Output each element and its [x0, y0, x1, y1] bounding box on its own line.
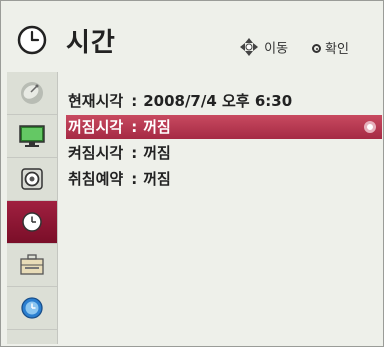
- category-sidebar: [7, 72, 58, 344]
- row-label: 켜짐시각: [68, 144, 124, 162]
- row-value: 2008/7/4 오후 6:30: [143, 92, 293, 110]
- sidebar-item-time[interactable]: [7, 201, 57, 244]
- list-item-current-time[interactable]: 현재시각:2008/7/4 오후 6:30: [68, 89, 368, 113]
- satellite-dish-icon: [21, 82, 43, 104]
- selected-indicator-icon: [364, 121, 376, 133]
- ok-button-icon: [312, 44, 321, 53]
- list-item-sleep-timer[interactable]: 취침예약: 꺼짐: [68, 167, 368, 191]
- clock-icon: [17, 25, 47, 55]
- ok-hint-label: 확인: [325, 42, 349, 57]
- screen-icon: [19, 125, 45, 147]
- clock-icon: [22, 212, 42, 232]
- row-separator: :: [131, 118, 138, 136]
- sidebar-item-channel[interactable]: [7, 72, 57, 115]
- time-settings-window: 시간 이동 확인 현재시각: 2008/7/4 오후 6:30 꺼짐시각: …: [0, 0, 384, 347]
- sidebar-item-setup[interactable]: [7, 244, 57, 287]
- list-item-on-time[interactable]: 켜짐시각: 꺼짐: [68, 141, 368, 165]
- sidebar-item-audio[interactable]: [7, 158, 57, 201]
- row-label: 취침예약: [68, 170, 124, 188]
- menu-header: 시간 이동 확인: [1, 1, 383, 71]
- sidebar-item-picture[interactable]: [7, 115, 57, 158]
- ok-hint: 확인: [312, 38, 349, 57]
- globe-clock-icon: [21, 297, 43, 319]
- move-hint: 이동: [238, 36, 288, 58]
- speaker-icon: [21, 168, 43, 190]
- row-separator: :: [131, 92, 138, 110]
- row-value: 꺼짐: [143, 144, 171, 162]
- list-item-off-time[interactable]: 꺼짐시각: 꺼짐: [66, 115, 382, 139]
- direction-pad-icon: [240, 38, 258, 56]
- row-separator: :: [131, 170, 138, 188]
- row-label: 현재시각: [68, 92, 124, 110]
- row-separator: :: [131, 144, 138, 162]
- sidebar-item-option[interactable]: [7, 287, 57, 330]
- move-hint-label: 이동: [264, 41, 289, 57]
- row-value: 꺼짐: [143, 170, 171, 188]
- row-value: 꺼짐: [143, 118, 171, 136]
- toolbox-icon: [20, 254, 44, 275]
- row-label: 꺼짐시각: [68, 118, 124, 136]
- page-title: 시간: [66, 28, 116, 58]
